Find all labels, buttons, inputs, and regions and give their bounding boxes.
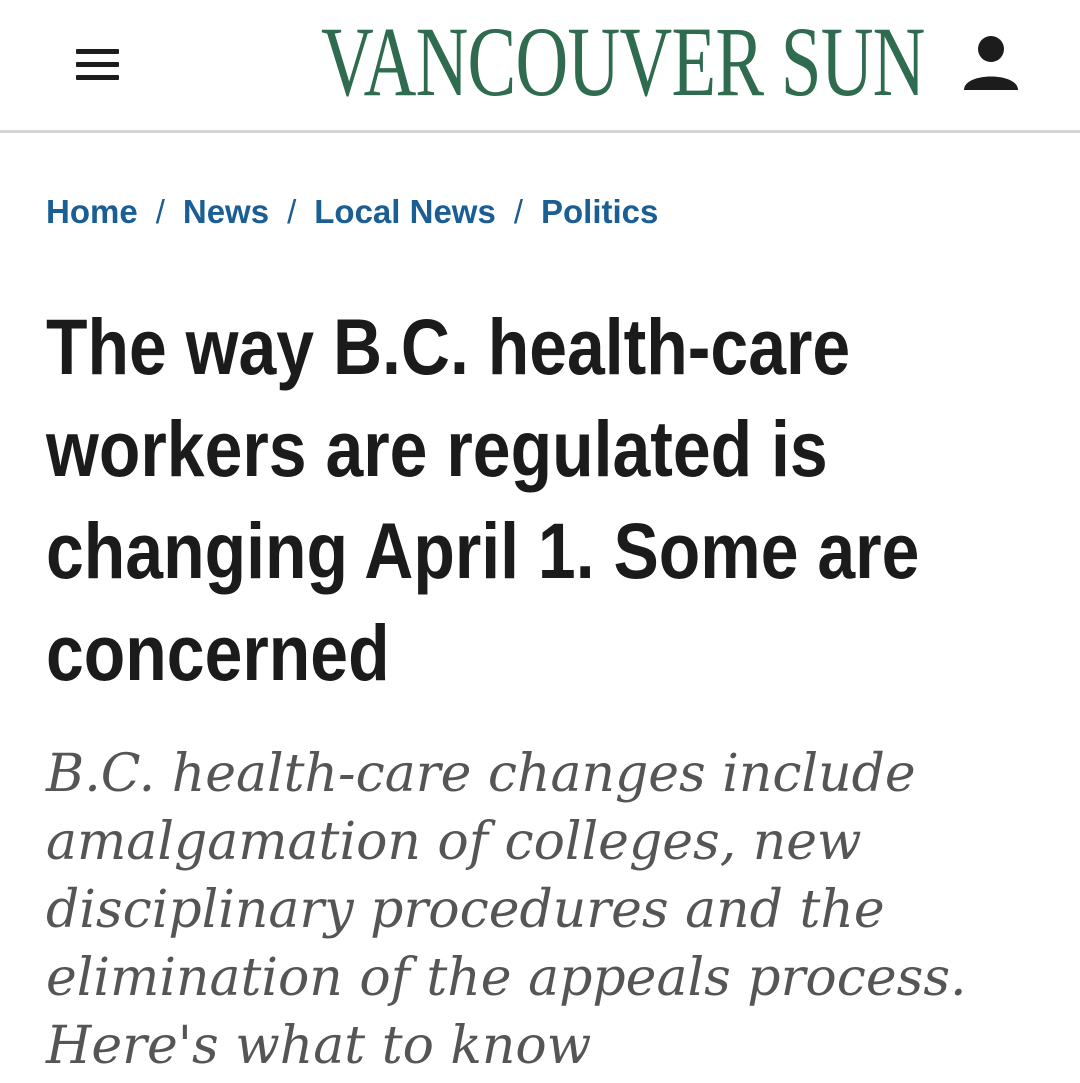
- hamburger-menu-icon: [76, 49, 119, 54]
- breadcrumb-separator: /: [287, 193, 297, 230]
- site-logo[interactable]: VANCOUVER SUN: [321, 12, 925, 112]
- article-dek: B.C. health-care changes include amalgam…: [46, 744, 967, 1076]
- header-divider: [0, 130, 1080, 133]
- breadcrumb: Home / News / Local News / Politics: [46, 190, 658, 234]
- account-button[interactable]: [958, 32, 1024, 94]
- breadcrumb-separator: /: [155, 193, 165, 230]
- user-account-icon: [964, 36, 1018, 90]
- breadcrumb-separator: /: [513, 193, 523, 230]
- article-headline: The way B.C. health-care workers are reg…: [46, 302, 920, 697]
- hamburger-menu-icon-bar: [76, 62, 119, 67]
- hamburger-menu-button[interactable]: [68, 38, 128, 92]
- breadcrumb-local-news[interactable]: Local News: [314, 193, 496, 230]
- breadcrumb-politics[interactable]: Politics: [541, 193, 658, 230]
- breadcrumb-news[interactable]: News: [183, 193, 269, 230]
- hamburger-menu-icon-bar: [76, 75, 119, 80]
- site-header: VANCOUVER SUN: [0, 0, 1080, 130]
- breadcrumb-home[interactable]: Home: [46, 193, 138, 230]
